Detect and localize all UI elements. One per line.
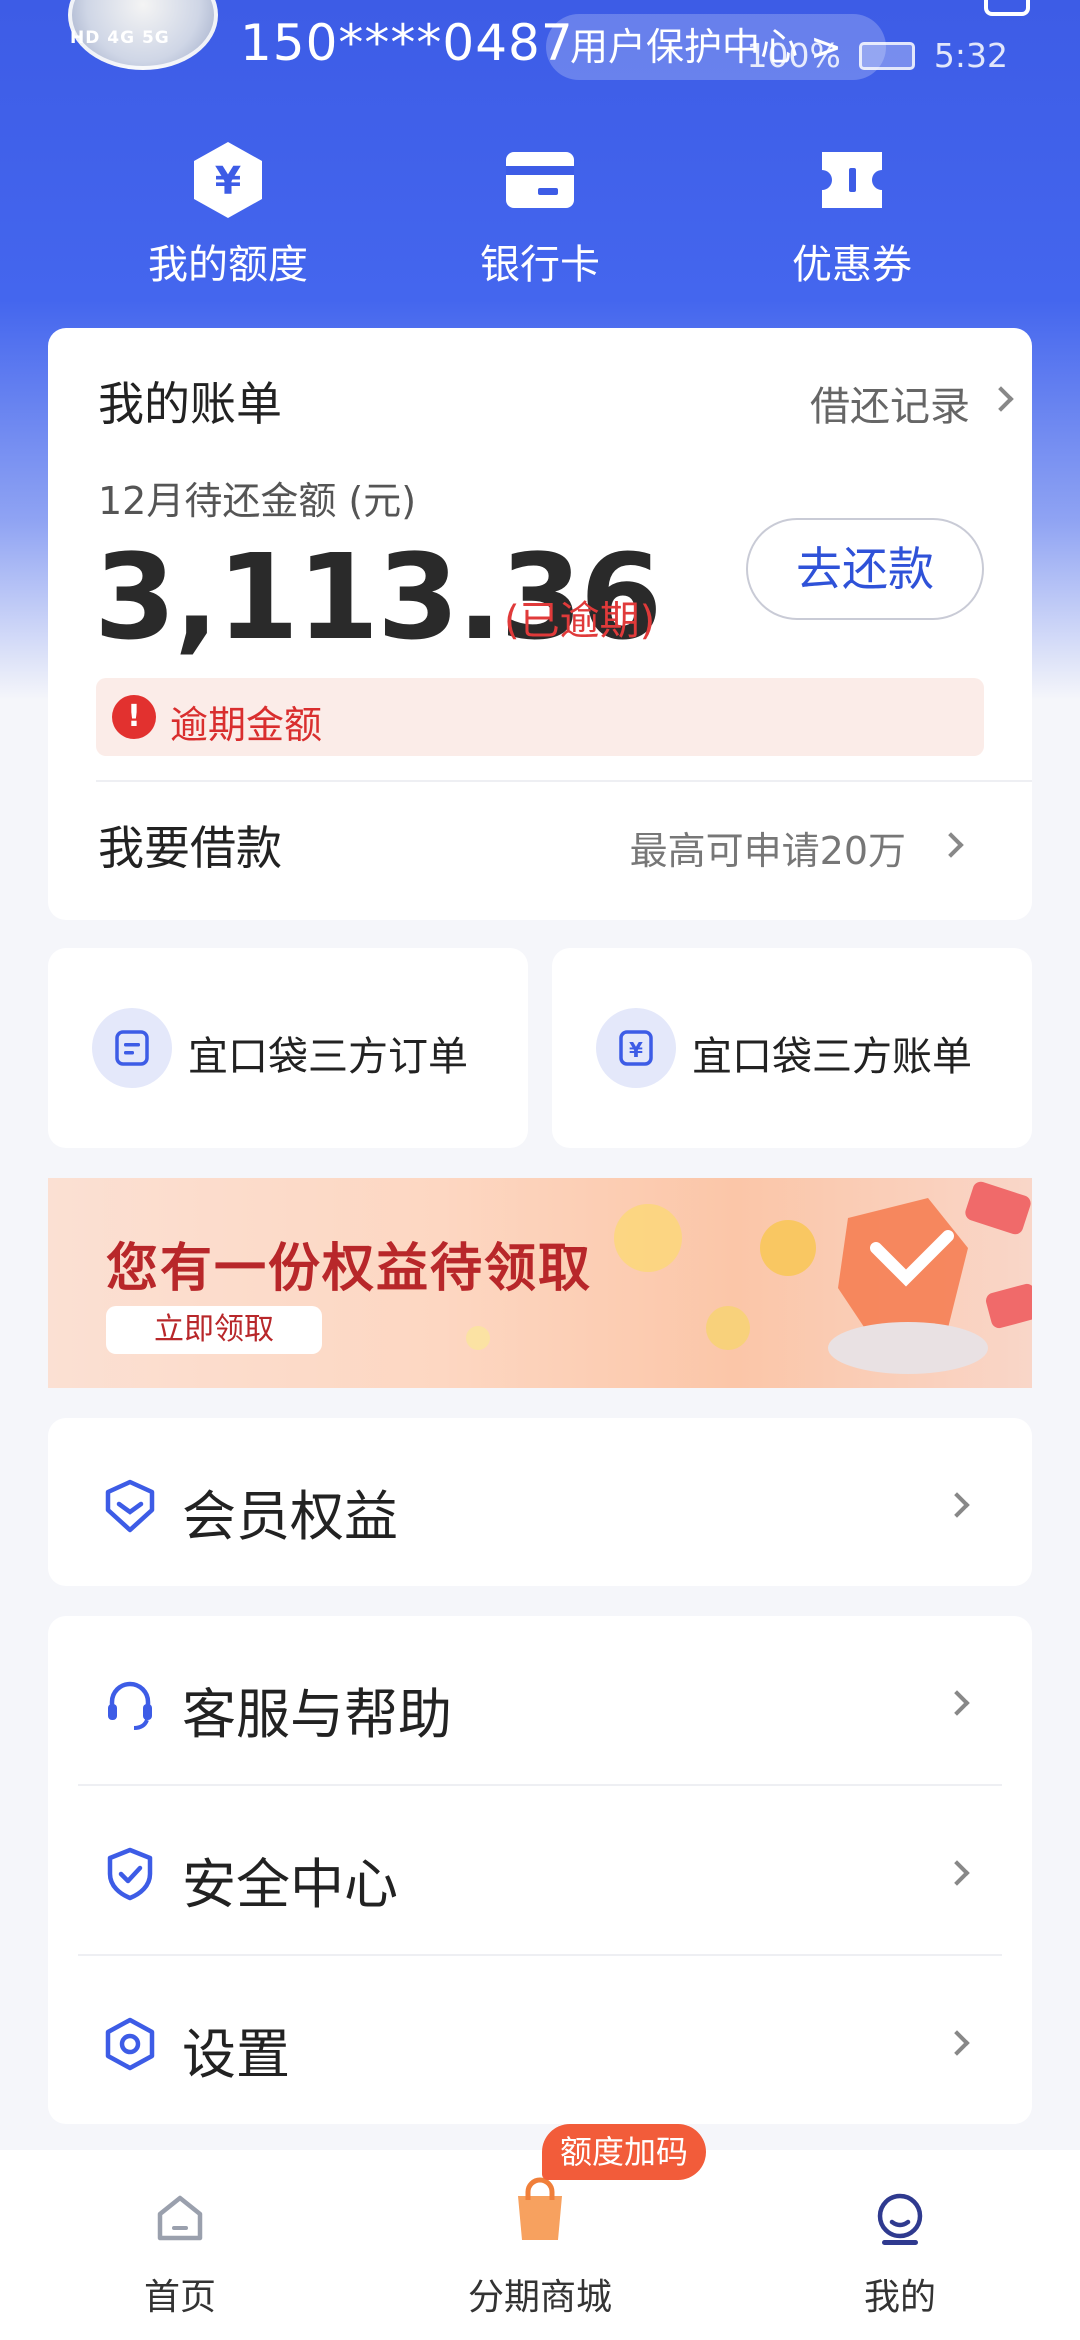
quick-action-bank-card[interactable]: 银行卡 [410,140,670,290]
tab-label-mall: 分期商城 [467,2277,612,2318]
menu-row-security[interactable]: 安全中心 [48,1786,1032,1956]
quick-action-quota[interactable]: ¥ 我的额度 [98,140,358,290]
tab-mall[interactable]: 分期商城 [420,2177,660,2320]
phone-number: 150****0487 [240,14,574,72]
svg-text:¥: ¥ [215,159,241,203]
quick-action-label: 优惠券 [792,242,912,288]
status-bar: HD 4G 5G 150****0487 用户保护中心 > 100% 5:32 [0,0,1080,110]
battery-icon [859,42,916,70]
tab-mine[interactable]: 我的 [780,2190,1020,2320]
warning-icon: ! [112,695,156,739]
message-icon[interactable] [984,0,1030,16]
mall-promo-badge: 额度加码 [542,2124,707,2180]
member-benefits-card[interactable]: 会员权益 [48,1418,1032,1586]
status-right: 100% 5:32 [747,36,1008,75]
third-party-bill-card[interactable]: ¥ 宜口袋三方账单 [552,948,1032,1148]
repayment-record-link[interactable]: 借还记录 [810,374,1014,432]
chevron-right-icon [944,1860,970,1886]
menu-label-member: 会员权益 [182,1485,398,1548]
menu-group-card: 客服与帮助 安全中心 设置 [48,1616,1032,2124]
third-party-order-label: 宜口袋三方订单 [188,1034,468,1080]
menu-row-service[interactable]: 客服与帮助 [48,1616,1032,1786]
bill-title: 我的账单 [98,377,282,431]
svg-text:¥: ¥ [629,1038,643,1062]
member-badge-icon [102,1478,158,1534]
chevron-right-icon [944,1492,970,1518]
signal-indicator: HD 4G 5G [70,28,170,48]
tab-label-home: 首页 [143,2277,216,2318]
claim-now-button[interactable]: 立即领取 [106,1306,322,1354]
headset-icon [102,1676,158,1732]
yuan-hexagon-icon: ¥ [98,140,358,220]
due-amount-label: 12月待还金额 (元) [98,479,417,523]
home-icon [157,2195,203,2241]
quick-action-label: 银行卡 [480,242,600,288]
menu-row-member[interactable]: 会员权益 [48,1418,1032,1586]
quick-action-label: 我的额度 [148,242,308,288]
order-doc-icon [92,1008,172,1088]
repayment-record-label: 借还记录 [810,384,970,430]
bank-card-icon [410,140,670,220]
menu-label-security: 安全中心 [182,1853,398,1916]
menu-label-settings: 设置 [182,2023,290,2086]
repay-button[interactable]: 去还款 [746,518,984,620]
chevron-right-icon[interactable] [938,832,964,858]
borrow-limit-hint[interactable]: 最高可申请20万 [630,820,906,875]
coupon-ticket-icon [722,140,982,220]
bottom-tab-bar: 首页 分期商城 我的 [0,2150,1080,2340]
clock: 5:32 [933,36,1008,75]
overdue-tag: (已逾期) [504,598,656,644]
chevron-right-icon [988,386,1014,412]
quick-action-coupon[interactable]: 优惠券 [722,140,982,290]
banner-title: 您有一份权益待领取 [106,1239,593,1299]
shopping-bag-icon [518,2177,562,2240]
third-party-order-card[interactable]: 宜口袋三方订单 [48,948,528,1148]
chevron-right-icon [944,1690,970,1716]
overdue-notice-text: 逾期金额 [170,703,323,747]
profile-icon [877,2193,923,2245]
divider [96,780,1032,782]
benefit-banner[interactable]: 您有一份权益待领取 立即领取 [48,1178,1032,1388]
shield-check-icon [102,1846,158,1902]
battery-level: 100% [746,36,841,75]
bill-card: 我的账单 借还记录 12月待还金额 (元) 3,113.36 (已逾期) 去还款… [48,328,1032,920]
borrow-title[interactable]: 我要借款 [98,812,282,878]
chevron-right-icon [944,2030,970,2056]
menu-label-service: 客服与帮助 [182,1683,452,1746]
tab-label-mine: 我的 [863,2277,936,2318]
overdue-notice[interactable]: ! 逾期金额 [96,678,984,756]
settings-hexagon-icon [102,2016,158,2072]
tab-home[interactable]: 首页 [60,2190,300,2320]
yuan-bill-icon: ¥ [596,1008,676,1088]
third-party-bill-label: 宜口袋三方账单 [692,1034,972,1080]
menu-row-settings[interactable]: 设置 [48,1956,1032,2126]
